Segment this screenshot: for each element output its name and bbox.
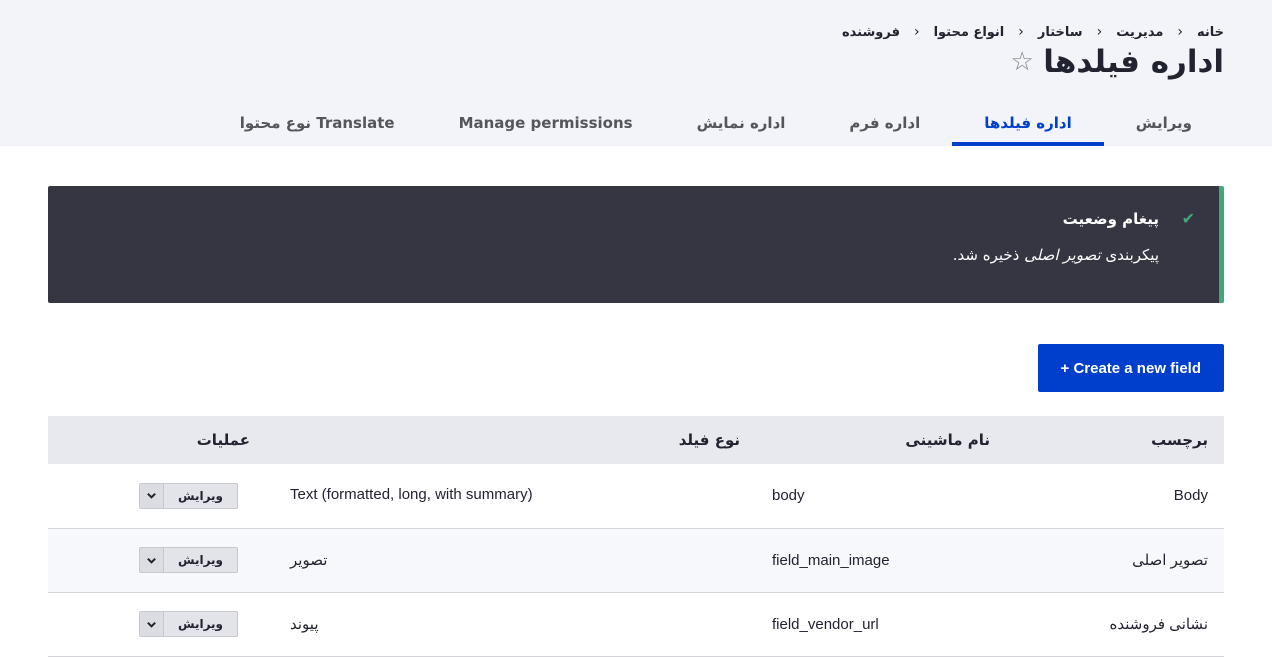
header-machine-name[interactable]: نام ماشینی (756, 416, 1006, 464)
main-content: ✔ پیغام وضعیت پیکربندی تصویر اصلی ذخیره … (0, 146, 1272, 657)
create-field-button[interactable]: + Create a new field (1037, 344, 1224, 392)
row-operations: ویرایش (48, 464, 266, 529)
row-label: نشانی فروشنده (1006, 592, 1224, 657)
status-message-suffix: ذخیره شد. (952, 246, 1020, 264)
edit-button[interactable]: ویرایش (164, 484, 237, 508)
tab-translate[interactable]: Translate نوع محتوا (208, 100, 427, 146)
chevron-left-icon: ‹ (1177, 24, 1183, 40)
star-icon[interactable]: ☆ (1010, 47, 1033, 77)
breadcrumb-vendor[interactable]: فروشنده (842, 25, 900, 40)
row-field-type[interactable]: Text (formatted, long, with summary) (266, 464, 756, 529)
breadcrumb: خانه ‹ مدیریت ‹ ساختار ‹ انواع محتوا ‹ ف… (842, 24, 1224, 40)
breadcrumb-admin[interactable]: مدیریت (1116, 25, 1163, 40)
row-machine-name: field_main_image (756, 528, 1006, 593)
breadcrumb-home[interactable]: خانه (1197, 25, 1224, 40)
operations-dropbutton: ویرایش (139, 482, 238, 509)
operations-dropbutton: ویرایش (139, 611, 238, 637)
table-row: نشانی فروشنده field_vendor_url پیوند ویر… (48, 592, 1224, 657)
status-message-field: تصویر اصلی (1024, 246, 1101, 264)
table-row: Body body Text (formatted, long, with su… (48, 464, 1224, 529)
action-bar: + Create a new field (48, 344, 1224, 392)
edit-button[interactable]: ویرایش (164, 612, 237, 636)
chevron-down-icon[interactable] (140, 483, 164, 508)
row-field-type[interactable]: پیوند (266, 592, 756, 657)
primary-tabs: ویرایش اداره فیلدها اداره فرم اداره نمای… (208, 100, 1224, 146)
page-header: خانه ‹ مدیریت ‹ ساختار ‹ انواع محتوا ‹ ف… (0, 0, 1272, 146)
chevron-down-icon[interactable] (140, 548, 164, 572)
page-title: اداره فیلدها ☆ (1010, 44, 1224, 80)
tab-manage-permissions[interactable]: Manage permissions (427, 100, 665, 146)
table-row: تصویر اصلی field_main_image تصویر ویرایش (48, 528, 1224, 593)
page-title-text: اداره فیلدها (1043, 44, 1224, 80)
header-field-type[interactable]: نوع فیلد (266, 416, 756, 464)
row-operations: ویرایش (48, 528, 266, 593)
header-operations: عملیات (196, 431, 250, 449)
table-header-row: برچسب نام ماشینی نوع فیلد عملیات (48, 416, 1224, 464)
tab-edit[interactable]: ویرایش (1104, 100, 1224, 146)
fields-table: برچسب نام ماشینی نوع فیلد عملیات Body bo… (48, 416, 1224, 657)
row-field-type[interactable]: تصویر (266, 528, 756, 593)
tab-manage-form[interactable]: اداره فرم (817, 100, 952, 146)
row-machine-name: body (756, 464, 1006, 529)
status-message-prefix: پیکربندی (1105, 246, 1159, 264)
row-label: تصویر اصلی (1006, 528, 1224, 593)
row-operations: ویرایش (48, 592, 266, 657)
tab-manage-display[interactable]: اداره نمایش (665, 100, 818, 146)
check-icon: ✔ (1181, 209, 1195, 228)
status-message-body: پیکربندی تصویر اصلی ذخیره شد. (72, 246, 1159, 264)
chevron-left-icon: ‹ (913, 24, 920, 40)
header-label[interactable]: برچسب (1006, 416, 1224, 464)
tab-manage-fields[interactable]: اداره فیلدها (952, 100, 1105, 146)
chevron-down-icon[interactable] (140, 612, 164, 636)
chevron-left-icon: ‹ (1018, 24, 1024, 40)
chevron-left-icon: ‹ (1096, 24, 1103, 40)
breadcrumb-content-types[interactable]: انواع محتوا (934, 25, 1005, 40)
edit-button[interactable]: ویرایش (164, 548, 237, 572)
operations-dropbutton: ویرایش (139, 547, 238, 573)
row-machine-name: field_vendor_url (756, 592, 1006, 657)
status-message-title: پیغام وضعیت (1062, 210, 1159, 228)
status-message: ✔ پیغام وضعیت پیکربندی تصویر اصلی ذخیره … (48, 186, 1224, 303)
row-label: Body (1006, 464, 1224, 529)
breadcrumb-structure[interactable]: ساختار (1038, 25, 1083, 40)
